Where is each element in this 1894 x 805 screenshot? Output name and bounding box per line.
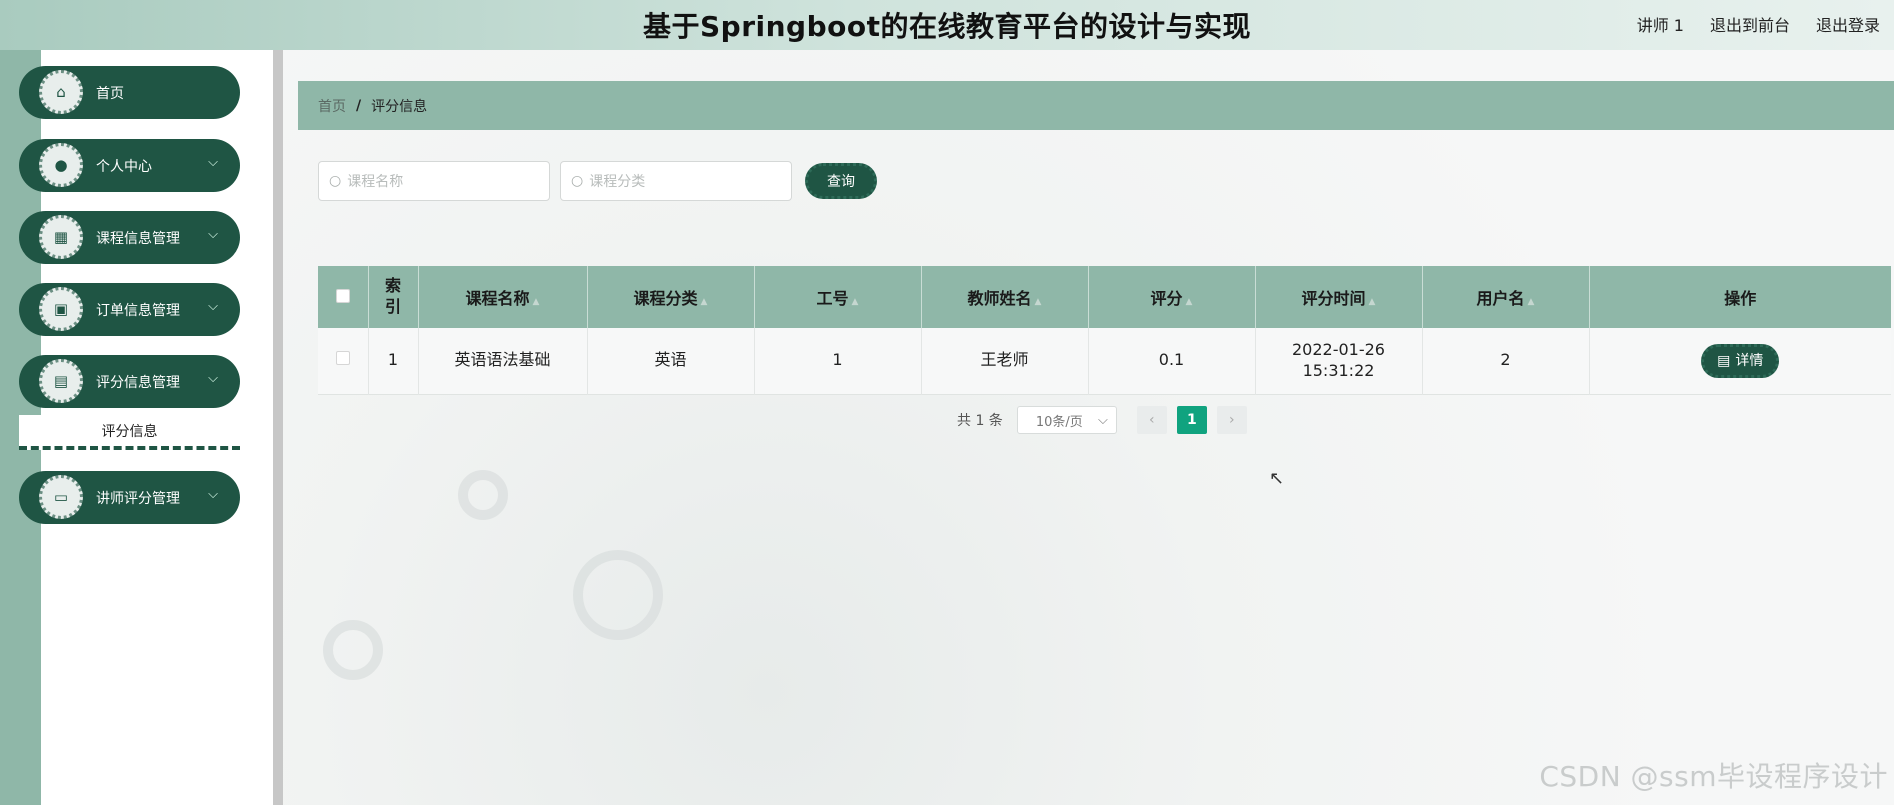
cell-score-time: 2022-01-26 15:31:22 bbox=[1255, 328, 1423, 394]
chevron-down-icon: ⌵ bbox=[208, 227, 218, 242]
course-category-placeholder: 课程分类 bbox=[589, 174, 646, 190]
watermark: CSDN @ssm毕设程序设计 bbox=[1539, 760, 1888, 793]
pagination-total: 共 1 条 bbox=[957, 413, 1003, 429]
breadcrumb-separator: / bbox=[356, 97, 362, 114]
sort-icon: ▲ bbox=[1185, 297, 1193, 307]
detail-button-label: 详情 bbox=[1735, 352, 1764, 369]
page-size-select[interactable]: 10条/页 ⌵ bbox=[1016, 406, 1117, 434]
cell-index: 1 bbox=[368, 328, 419, 394]
breadcrumb-home[interactable]: 首页 bbox=[318, 96, 346, 116]
chevron-down-icon: ⌵ bbox=[208, 371, 218, 386]
row-checkbox[interactable] bbox=[335, 351, 350, 366]
top-header: 基于Springboot的在线教育平台的设计与实现 讲师 1 退出到前台 退出登… bbox=[0, 0, 1894, 50]
decorative-ring bbox=[458, 470, 508, 520]
document-icon: ▤ bbox=[1717, 352, 1731, 369]
search-icon: ○ bbox=[571, 173, 584, 189]
chevron-down-icon: ⌵ bbox=[208, 155, 218, 170]
cell-teacher-name: 王老师 bbox=[921, 328, 1089, 394]
briefcase-icon: ▣ bbox=[39, 287, 83, 331]
column-header-score-time[interactable]: 评分时间 ▲ bbox=[1255, 266, 1423, 328]
cell-username: 2 bbox=[1422, 328, 1590, 394]
document-icon: ▤ bbox=[39, 359, 83, 403]
logout-link[interactable]: 退出登录 bbox=[1816, 12, 1880, 36]
row-select-cell bbox=[318, 328, 369, 394]
sidebar-item-personal-center[interactable]: ● 个人中心 ⌵ bbox=[19, 139, 240, 192]
course-category-input[interactable]: ○ 课程分类 bbox=[560, 161, 792, 201]
breadcrumb-current: 评分信息 bbox=[371, 98, 428, 115]
sort-icon: ▲ bbox=[1034, 297, 1042, 307]
sort-icon: ▲ bbox=[851, 297, 859, 307]
sort-icon: ▲ bbox=[1527, 297, 1535, 307]
column-header-username[interactable]: 用户名 ▲ bbox=[1422, 266, 1590, 328]
mouse-cursor-icon: ↖ bbox=[1269, 468, 1285, 489]
breadcrumb: 首页 / 评分信息 bbox=[298, 81, 1894, 130]
column-header-action: 操作 bbox=[1724, 289, 1757, 308]
sidebar-item-score-management[interactable]: ▤ 评分信息管理 ⌵ bbox=[19, 355, 240, 408]
sidebar-item-label: 课程信息管理 bbox=[96, 231, 180, 247]
chevron-down-icon: ⌵ bbox=[1097, 412, 1108, 428]
column-header-index: 索引 bbox=[368, 266, 419, 328]
sidebar-item-label: 个人中心 bbox=[96, 159, 152, 175]
sidebar-item-label: 订单信息管理 bbox=[96, 303, 180, 319]
column-header-course-category[interactable]: 课程分类 ▲ bbox=[587, 266, 755, 328]
decorative-ring bbox=[573, 550, 663, 640]
submenu-item-score-info[interactable]: 评分信息 bbox=[19, 415, 240, 450]
sidebar-item-order-management[interactable]: ▣ 订单信息管理 ⌵ bbox=[19, 283, 240, 336]
detail-button[interactable]: ▤ 详情 bbox=[1701, 343, 1780, 378]
user-icon: ● bbox=[39, 143, 83, 187]
table-header-row: 索引 课程名称 ▲ 课程分类 ▲ 工号 ▲ 教师姓名 ▲ 评分 ▲ 评分时间 ▲ 用户名 ▲ … bbox=[318, 266, 1891, 328]
sidebar-item-course-management[interactable]: ▦ 课程信息管理 ⌵ bbox=[19, 211, 240, 264]
sidebar-item-lecturer-score-management[interactable]: ▭ 讲师评分管理 ⌵ bbox=[19, 471, 240, 524]
home-icon: ⌂ bbox=[39, 70, 83, 114]
cell-action: ▤ 详情 bbox=[1589, 328, 1891, 394]
query-button[interactable]: 查询 bbox=[805, 163, 877, 199]
sidebar-item-home[interactable]: ⌂ 首页 bbox=[19, 66, 240, 119]
cell-course-name: 英语语法基础 bbox=[418, 328, 588, 394]
sort-icon: ▲ bbox=[700, 297, 708, 307]
sidebar-item-label: 评分信息管理 bbox=[96, 375, 180, 391]
page-title: 基于Springboot的在线教育平台的设计与实现 bbox=[643, 10, 1251, 43]
user-name-link[interactable]: 讲师 1 bbox=[1637, 12, 1684, 36]
chevron-down-icon: ⌵ bbox=[208, 487, 218, 502]
column-header-job-no[interactable]: 工号 ▲ bbox=[754, 266, 922, 328]
course-name-input[interactable]: ○ 课程名称 bbox=[318, 161, 550, 201]
header-nav: 讲师 1 退出到前台 退出登录 bbox=[1637, 12, 1880, 36]
cell-score: 0.1 bbox=[1088, 328, 1256, 394]
course-name-placeholder: 课程名称 bbox=[347, 174, 404, 190]
next-page-button[interactable]: › bbox=[1216, 406, 1247, 434]
prev-page-button[interactable]: ‹ bbox=[1136, 406, 1167, 434]
decorative-ring bbox=[323, 620, 383, 680]
select-all-header bbox=[318, 266, 369, 328]
column-header-score[interactable]: 评分 ▲ bbox=[1088, 266, 1256, 328]
cell-job-no: 1 bbox=[754, 328, 922, 394]
search-icon: ○ bbox=[329, 173, 342, 189]
column-header-teacher-name[interactable]: 教师姓名 ▲ bbox=[921, 266, 1089, 328]
score-table: 索引 课程名称 ▲ 课程分类 ▲ 工号 ▲ 教师姓名 ▲ 评分 ▲ 评分时间 ▲ 用户名 ▲ … bbox=[318, 266, 1891, 395]
column-header-course-name[interactable]: 课程名称 ▲ bbox=[418, 266, 588, 328]
chevron-down-icon: ⌵ bbox=[208, 299, 218, 314]
cell-course-category: 英语 bbox=[587, 328, 755, 394]
sidebar-item-label: 讲师评分管理 bbox=[96, 491, 180, 507]
sort-icon: ▲ bbox=[1368, 297, 1376, 307]
sidebar-item-label: 首页 bbox=[96, 86, 124, 102]
page-number-button[interactable]: 1 bbox=[1176, 406, 1207, 434]
table-row: 1 英语语法基础 英语 1 王老师 0.1 2022-01-26 15:31:2… bbox=[318, 328, 1891, 394]
page-size-value: 10条/页 bbox=[1035, 414, 1083, 430]
sort-icon: ▲ bbox=[532, 297, 540, 307]
sidebar-divider bbox=[273, 50, 283, 805]
pagination: 共 1 条 10条/页 ⌵ ‹ 1 › bbox=[957, 406, 1257, 434]
back-to-front-link[interactable]: 退出到前台 bbox=[1710, 12, 1790, 36]
select-all-checkbox[interactable] bbox=[335, 288, 350, 303]
grid-icon: ▦ bbox=[39, 215, 83, 259]
chat-icon: ▭ bbox=[39, 475, 83, 519]
